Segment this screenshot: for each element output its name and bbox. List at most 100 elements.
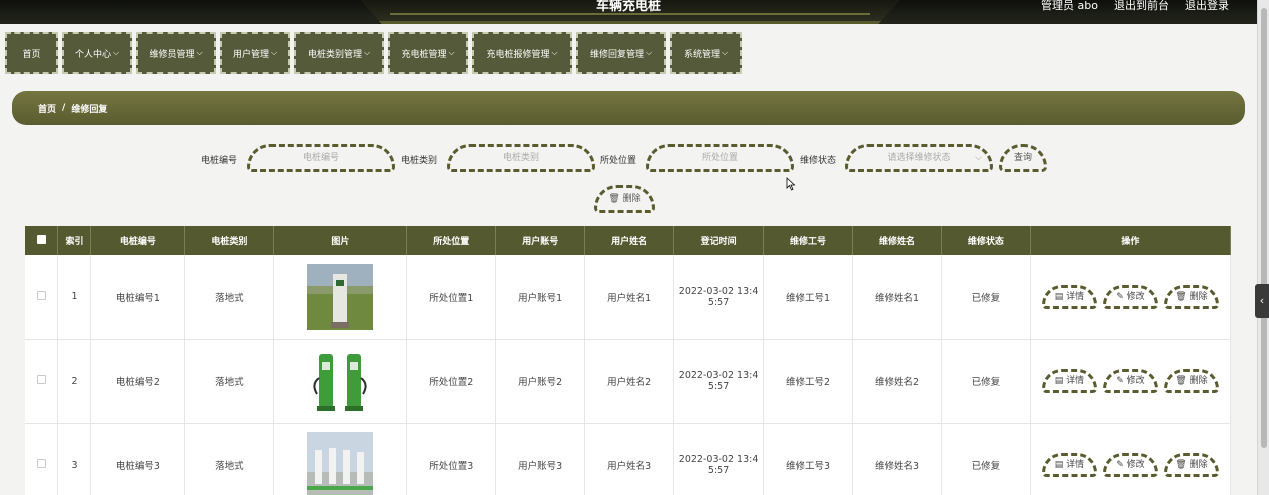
nav-repair-reply-mgmt[interactable]: 维修回复管理 ⌵	[576, 32, 666, 74]
breadcrumb-home[interactable]: 首页	[38, 102, 56, 115]
trash-icon: 🗑	[1175, 291, 1187, 302]
delete-label: 删除	[1189, 460, 1208, 470]
index-cell: 3	[57, 423, 92, 495]
location-input[interactable]: 所处位置	[646, 144, 794, 172]
trash-icon: 🗑	[1175, 376, 1187, 386]
detail-button[interactable]: ▤ 详情	[1041, 369, 1097, 393]
exit-to-front-link[interactable]: 退出到前台	[1114, 0, 1169, 12]
breadcrumb-separator: /	[62, 103, 66, 113]
delete-button[interactable]: 🗑 删除	[1163, 369, 1219, 393]
vertical-scrollbar[interactable]	[1257, 0, 1269, 495]
col-header: 所处位置	[406, 226, 497, 255]
worker-no-cell: 维修工号3	[763, 423, 853, 495]
location-cell: 所处位置3	[406, 423, 497, 495]
nav-label: 用户管理	[232, 49, 269, 60]
scrollbar-thumb[interactable]	[1261, 8, 1267, 448]
col-header: 电桩类别	[184, 226, 275, 255]
row-checkbox[interactable]	[36, 375, 46, 384]
chevron-left-icon[interactable]: ‹	[1255, 284, 1269, 318]
nav-label: 充电桩报修管理	[486, 49, 550, 60]
detail-button[interactable]: ▤ 详情	[1041, 284, 1097, 309]
nav-personal-center[interactable]: 个人中心 ⌵	[62, 32, 132, 74]
nav-home[interactable]: 首页	[5, 32, 58, 74]
image-cell	[273, 423, 408, 495]
chevron-down-icon: ⌵	[975, 153, 982, 163]
batch-delete-button[interactable]: 🗑 删除	[594, 185, 655, 213]
chevron-down-icon: ⌵	[196, 48, 203, 57]
row-checkbox[interactable]	[36, 459, 46, 468]
charger-photo-image[interactable]	[307, 263, 374, 330]
time-part: 2022-03-02 13:4	[678, 285, 759, 297]
main-nav: 首页 个人中心 ⌵ 维修员管理 ⌵ 用户管理 ⌵ 电桩类别管理 ⌵ 充电桩管理 ⌵ 充电桩…	[5, 32, 742, 74]
status-cell: 已修复	[941, 255, 1031, 340]
chevron-down-icon: ⌵	[645, 48, 653, 57]
nav-repairer-mgmt[interactable]: 维修员管理 ⌵	[136, 32, 216, 74]
category-input[interactable]: 电桩类别	[447, 144, 595, 172]
time-part: 2022-03-02 13:4	[678, 454, 759, 465]
edit-button[interactable]: ✎ 修改	[1102, 284, 1158, 309]
account-cell: 用户账号2	[495, 339, 586, 424]
select-all-checkbox[interactable]	[36, 234, 46, 244]
pencil-icon: ✎	[1116, 291, 1124, 302]
charger-photo-image[interactable]	[307, 432, 374, 495]
time-cell: 2022-03-02 13:4 5:57	[673, 339, 765, 424]
breadcrumb-current: 维修回复	[71, 104, 108, 115]
pile-no-cell: 电桩编号2	[90, 339, 186, 424]
trash-icon: 🗑	[1175, 460, 1187, 470]
search-button[interactable]: 查询	[999, 144, 1047, 172]
detail-label: 详情	[1066, 460, 1085, 470]
status-cell: 已修复	[941, 423, 1031, 495]
location-cell: 所处位置1	[406, 255, 497, 340]
pencil-icon: ✎	[1116, 460, 1124, 470]
logout-link[interactable]: 退出登录	[1185, 0, 1229, 12]
user-name-cell: 用户姓名3	[584, 423, 675, 495]
chevron-down-icon: ⌵	[448, 48, 455, 57]
status-select[interactable]: 请选择维修状态 ⌵	[845, 144, 993, 172]
row-checkbox[interactable]	[36, 290, 46, 300]
filter-label-location: 所处位置	[600, 156, 637, 166]
pile-no-input[interactable]: 电桩编号	[247, 144, 395, 172]
status-cell: 已修复	[941, 339, 1031, 424]
edit-button[interactable]: ✎ 修改	[1102, 369, 1158, 393]
nav-label: 维修员管理	[149, 49, 195, 60]
admin-user-label: 管理员 abo	[1041, 0, 1098, 12]
worker-name-cell: 维修姓名1	[852, 255, 942, 340]
delete-button[interactable]: 🗑 删除	[1163, 453, 1219, 477]
detail-button[interactable]: ▤ 详情	[1041, 453, 1097, 477]
nav-system-mgmt[interactable]: 系统管理 ⌵	[670, 32, 742, 74]
location-cell: 所处位置2	[406, 339, 497, 424]
actions-cell: ▤ 详情 ✎ 修改 🗑 删除	[1030, 255, 1232, 340]
delete-button[interactable]: 🗑 删除	[1163, 284, 1219, 309]
table-row: 3 电桩编号3 落地式 所处位置3 用户账号3 用户姓名3 2022-03-02…	[25, 423, 1232, 495]
account-cell: 用户账号1	[495, 255, 586, 340]
nav-pile-category-mgmt[interactable]: 电桩类别管理 ⌵	[294, 32, 384, 74]
row-select-cell	[25, 339, 59, 424]
edit-label: 修改	[1126, 376, 1145, 386]
edit-button[interactable]: ✎ 修改	[1102, 453, 1158, 477]
document-icon: ▤	[1054, 376, 1064, 386]
account-cell: 用户账号3	[495, 423, 586, 495]
pencil-icon: ✎	[1116, 376, 1124, 386]
charger-photo-image[interactable]	[307, 348, 374, 414]
nav-label: 个人中心	[74, 49, 111, 60]
table-row: 1 电桩编号1 落地式 所处位置1 用户账号1 用户姓名1 2022-03-02…	[25, 255, 1232, 340]
table-header-row: 索引 电桩编号 电桩类别 图片 所处位置 用户账号 用户姓名 登记时间 维修工号…	[25, 226, 1232, 255]
delete-label: 删除	[1189, 291, 1208, 302]
filter-label-pile-no: 电桩编号	[201, 156, 238, 166]
col-header: 操作	[1030, 226, 1232, 255]
col-header: 维修工号	[763, 226, 853, 255]
worker-no-cell: 维修工号2	[763, 339, 853, 424]
breadcrumb: 首页 / 维修回复	[12, 91, 1245, 125]
edit-label: 修改	[1126, 460, 1145, 470]
chevron-down-icon: ⌵	[721, 48, 729, 57]
nav-user-mgmt[interactable]: 用户管理 ⌵	[220, 32, 290, 74]
user-name-cell: 用户姓名2	[584, 339, 675, 424]
nav-label: 充电桩管理	[401, 49, 447, 60]
nav-pile-mgmt[interactable]: 充电桩管理 ⌵	[388, 32, 468, 74]
index-cell: 2	[57, 339, 92, 424]
nav-pile-repair-mgmt[interactable]: 充电桩报修管理 ⌵	[472, 32, 572, 74]
worker-no-cell: 维修工号1	[763, 255, 853, 340]
chevron-down-icon: ⌵	[270, 48, 278, 57]
time-cell: 2022-03-02 13:4 5:57	[673, 255, 765, 340]
category-cell: 落地式	[184, 255, 275, 340]
